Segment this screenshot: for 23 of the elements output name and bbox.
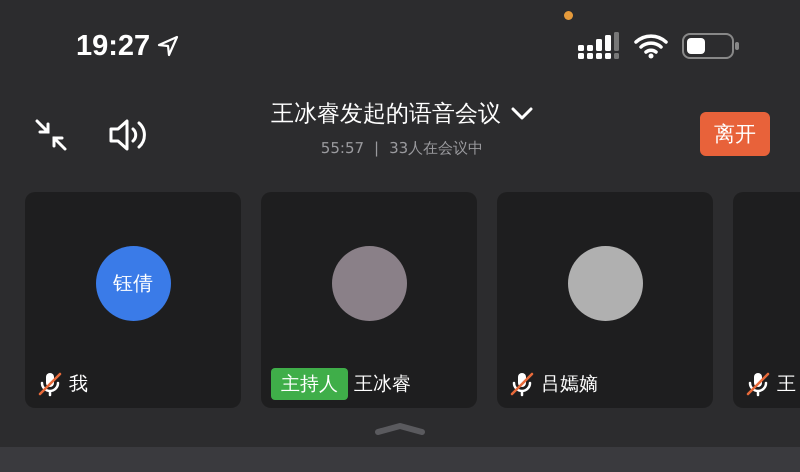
participant-name: 王 — [777, 372, 796, 397]
attendance-count: 33人在会议中 — [389, 139, 484, 158]
participant-name: 吕嫣嫡 — [541, 372, 598, 397]
participant-card[interactable]: 主持人 王冰睿 — [261, 192, 477, 408]
meeting-title: 王冰睿发起的语音会议 — [271, 100, 501, 129]
participant-card[interactable]: 钰倩 我 — [25, 192, 241, 408]
chevron-down-icon[interactable] — [511, 106, 533, 120]
participant-card[interactable]: 吕嫣嫡 — [497, 192, 713, 408]
location-arrow-icon — [156, 34, 180, 58]
wifi-icon — [634, 33, 668, 59]
separator-text: | — [374, 139, 380, 158]
meeting-duration: 55:57 — [320, 139, 364, 158]
privacy-indicator-dot — [564, 11, 573, 20]
battery-icon — [682, 32, 740, 60]
participant-name: 王冰睿 — [354, 372, 411, 397]
minimize-icon[interactable] — [34, 118, 68, 152]
status-time: 19:27 — [76, 30, 150, 62]
expand-handle-icon[interactable] — [374, 422, 426, 436]
participant-card[interactable]: 王 — [733, 192, 800, 408]
host-badge: 主持人 — [271, 368, 348, 400]
signal-icon — [578, 32, 620, 60]
participant-name: 我 — [69, 372, 88, 397]
avatar-initials: 钰倩 — [96, 246, 170, 320]
